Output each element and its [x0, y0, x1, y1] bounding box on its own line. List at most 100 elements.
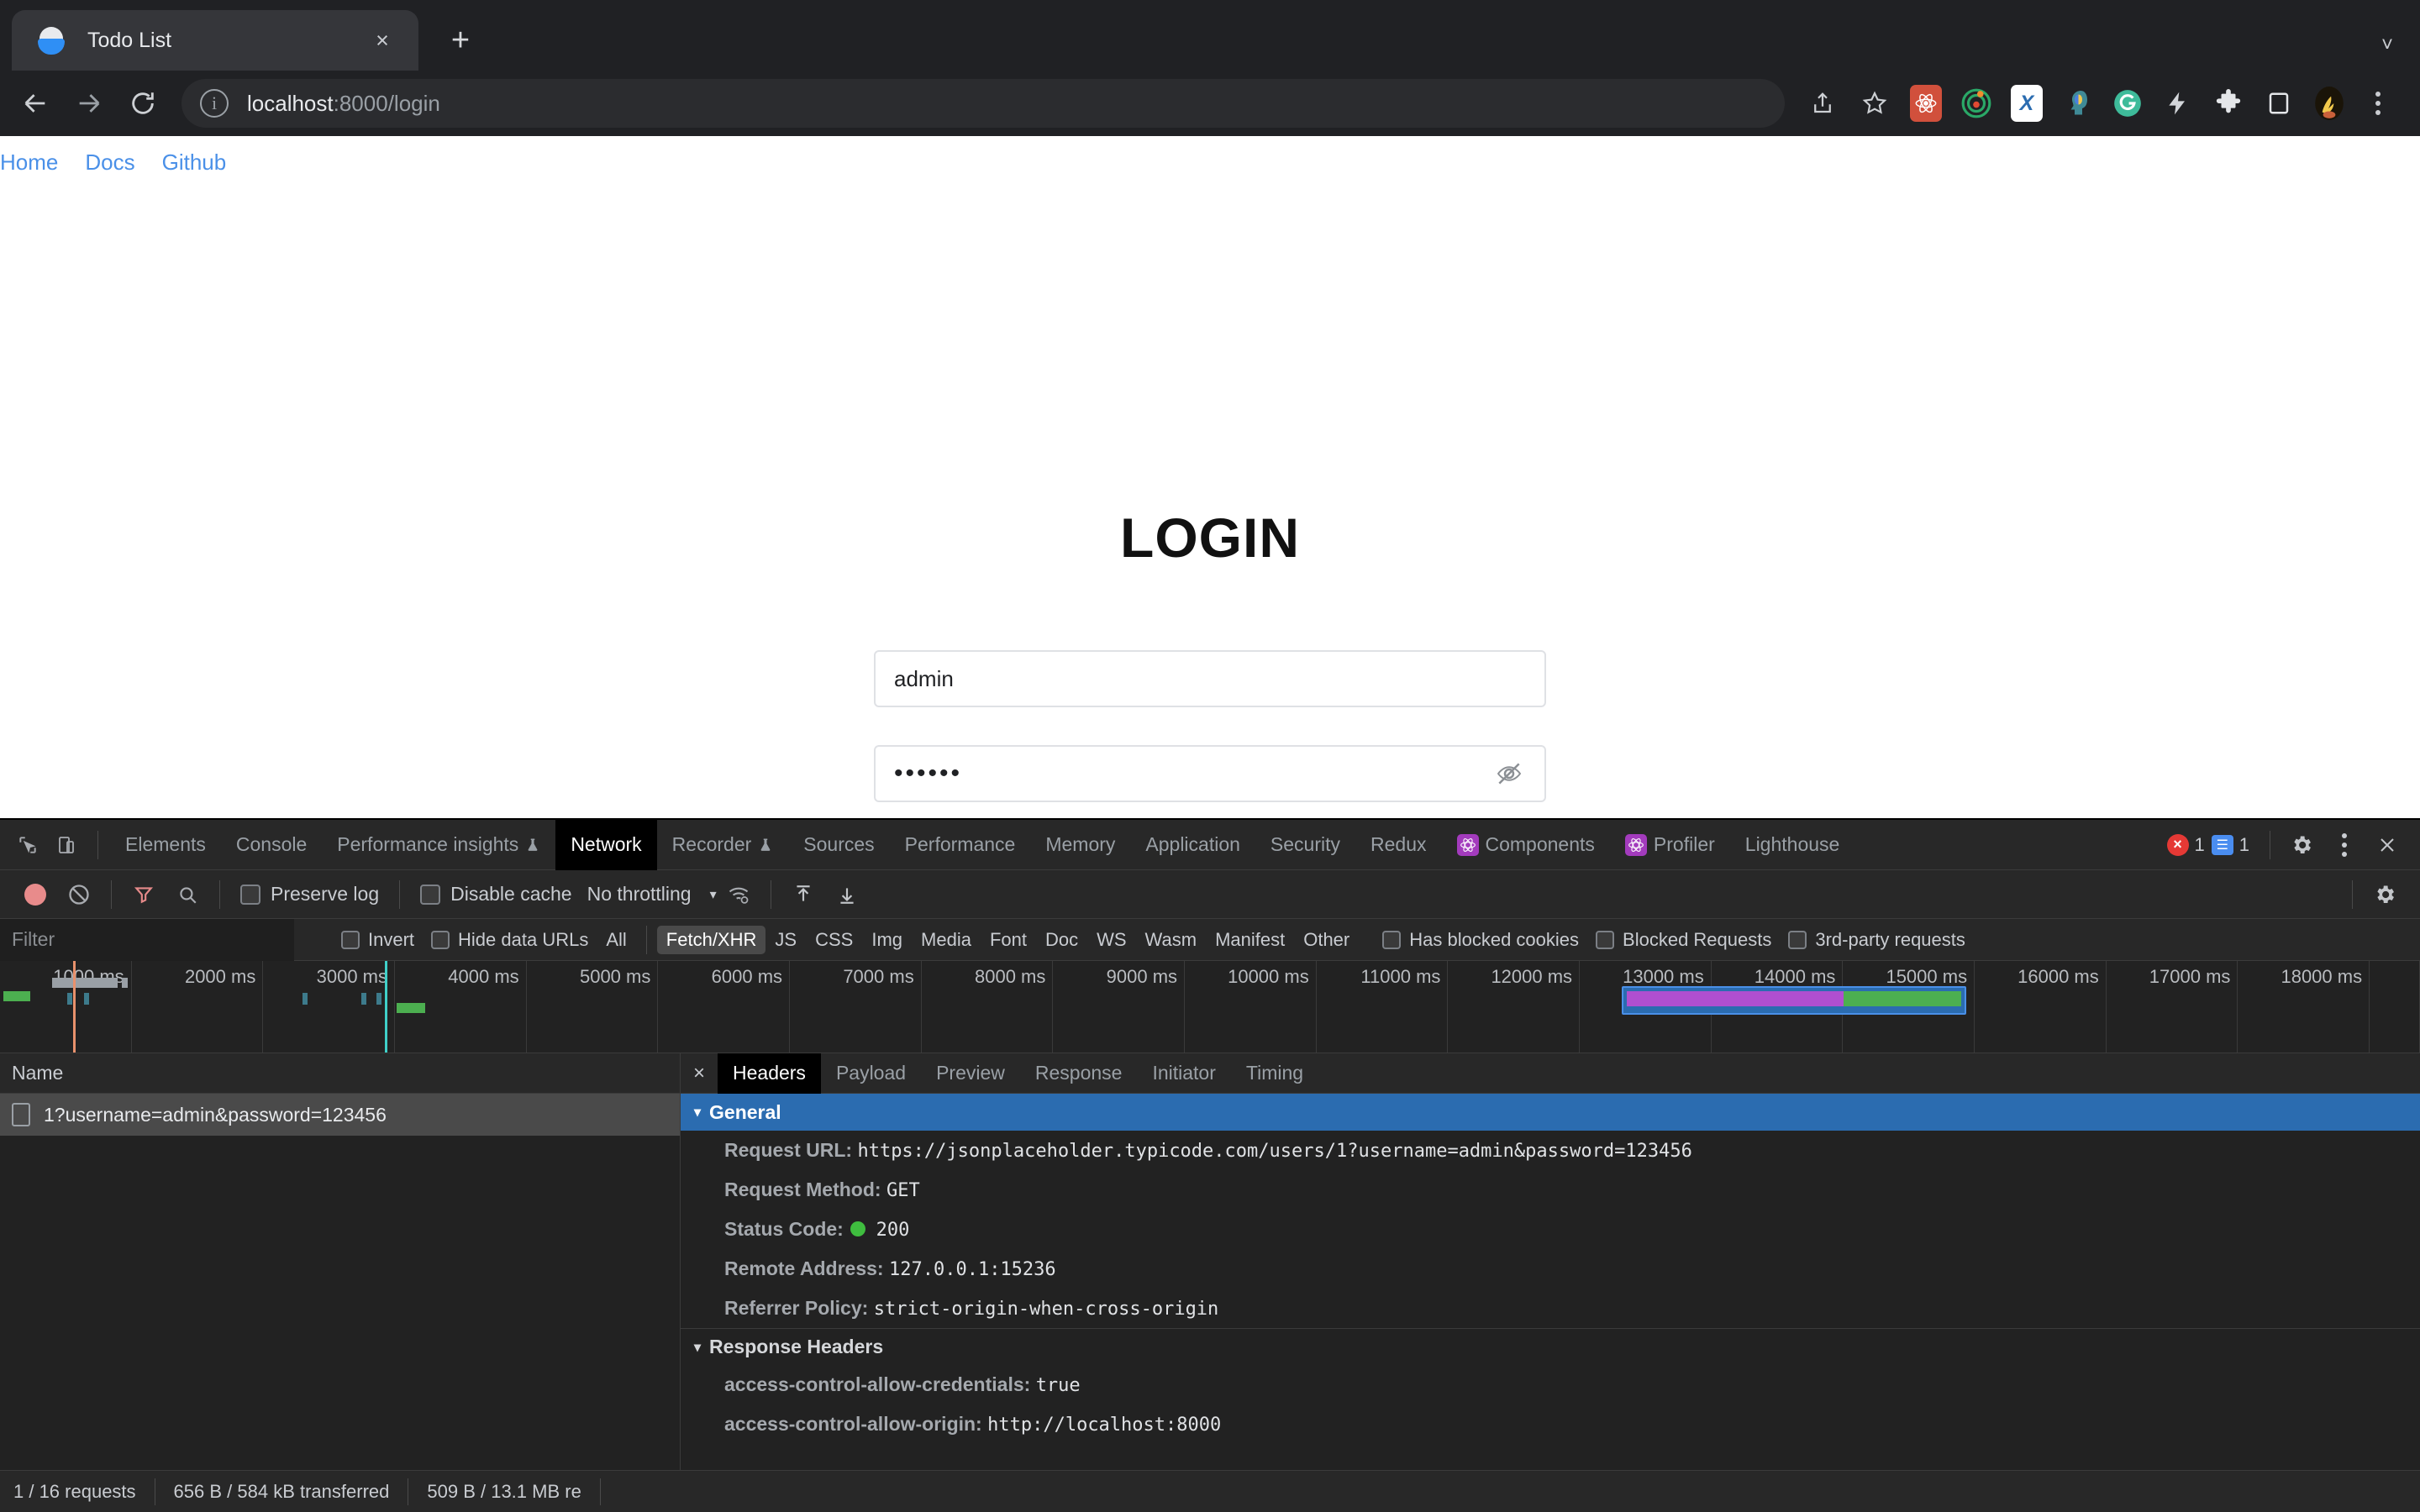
x-extension-icon[interactable]: X: [2002, 78, 2052, 129]
general-section-header[interactable]: ▾ General: [681, 1094, 2420, 1131]
checkbox-box: [1596, 931, 1614, 949]
request-row[interactable]: 1?username=admin&password=123456: [0, 1094, 680, 1136]
devtools-tab-profiler[interactable]: Profiler: [1610, 820, 1730, 870]
header-row-request-method: Request Method: GET: [681, 1170, 2420, 1210]
devtools-tab-recorder[interactable]: Recorder: [657, 820, 789, 870]
site-info-icon[interactable]: i: [200, 89, 229, 118]
detail-tab-payload[interactable]: Payload: [821, 1053, 921, 1094]
address-bar[interactable]: i localhost:8000/login: [182, 79, 1785, 128]
chrome-menu-icon[interactable]: [2354, 92, 2402, 115]
device-toolbar-icon[interactable]: [47, 826, 86, 864]
browser-tab[interactable]: Todo List ×: [12, 10, 418, 71]
filter-type-ws[interactable]: WS: [1087, 926, 1135, 954]
close-devtools-icon[interactable]: [2368, 826, 2407, 864]
close-tab-icon[interactable]: ×: [368, 29, 397, 52]
filter-type-all[interactable]: All: [597, 926, 635, 954]
checkbox-box: [1788, 931, 1807, 949]
filter-type-css[interactable]: CSS: [806, 926, 862, 954]
preserve-log-checkbox[interactable]: Preserve log: [230, 883, 389, 906]
devtools-tab-redux[interactable]: Redux: [1355, 820, 1441, 870]
devtools-tab-application[interactable]: Application: [1130, 820, 1255, 870]
devtools-tab-sources[interactable]: Sources: [788, 820, 889, 870]
network-settings-gear-icon[interactable]: [2363, 873, 2407, 916]
detail-tab-timing[interactable]: Timing: [1231, 1053, 1318, 1094]
devtools-tab-elements[interactable]: Elements: [110, 820, 221, 870]
header-row-remote-address: Remote Address: 127.0.0.1:15236: [681, 1249, 2420, 1289]
back-button[interactable]: [8, 76, 62, 130]
record-button[interactable]: [13, 873, 57, 916]
devtools-tab-performance-insights[interactable]: Performance insights: [322, 820, 555, 870]
filter-type-img[interactable]: Img: [862, 926, 912, 954]
devtools-tab-console[interactable]: Console: [221, 820, 322, 870]
experimental-flask-icon: [758, 836, 773, 854]
filter-type-js[interactable]: JS: [765, 926, 806, 954]
throttling-select[interactable]: No throttling ▾: [582, 883, 717, 906]
third-party-requests-checkbox[interactable]: 3rd-party requests: [1780, 929, 1974, 951]
puzzle-extensions-icon[interactable]: [2203, 78, 2254, 129]
detail-tab-response[interactable]: Response: [1020, 1053, 1138, 1094]
hide-data-urls-checkbox[interactable]: Hide data URLs: [423, 929, 597, 951]
devtools-tab-lighthouse[interactable]: Lighthouse: [1730, 820, 1855, 870]
devtools-tab-components[interactable]: Components: [1442, 820, 1610, 870]
blocked-requests-checkbox[interactable]: Blocked Requests: [1587, 929, 1780, 951]
detail-tab-preview[interactable]: Preview: [921, 1053, 1020, 1094]
detail-tab-headers[interactable]: Headers: [718, 1053, 821, 1094]
import-har-icon[interactable]: [781, 873, 825, 916]
new-tab-button[interactable]: +: [430, 10, 491, 71]
username-input[interactable]: admin: [874, 650, 1546, 707]
tab-label: Performance insights: [337, 833, 518, 856]
forward-button[interactable]: [62, 76, 116, 130]
close-detail-icon[interactable]: ×: [681, 1053, 718, 1094]
devtools-tab-network[interactable]: Network: [555, 820, 656, 870]
header-value: 127.0.0.1:15236: [889, 1259, 1056, 1280]
timeline-bars: [0, 996, 2420, 1047]
detail-tab-initiator[interactable]: Initiator: [1137, 1053, 1230, 1094]
devtools-tab-memory[interactable]: Memory: [1030, 820, 1130, 870]
network-conditions-icon[interactable]: [717, 873, 760, 916]
bookmark-star-icon[interactable]: [1849, 77, 1901, 129]
info-badge[interactable]: ☰ 1: [2212, 834, 2249, 856]
request-list-header[interactable]: Name: [0, 1053, 680, 1094]
network-filter-bar: Invert Hide data URLs All Fetch/XHR JS C…: [0, 919, 2420, 961]
export-har-icon[interactable]: [825, 873, 869, 916]
filter-icon[interactable]: [122, 873, 166, 916]
filter-type-doc[interactable]: Doc: [1036, 926, 1087, 954]
share-icon[interactable]: [1797, 77, 1849, 129]
inspect-element-icon[interactable]: [8, 826, 47, 864]
filter-type-manifest[interactable]: Manifest: [1206, 926, 1294, 954]
response-headers-section-header[interactable]: ▾ Response Headers: [681, 1328, 2420, 1365]
filter-type-media[interactable]: Media: [912, 926, 981, 954]
network-overview-timeline[interactable]: 1000 ms2000 ms3000 ms4000 ms5000 ms6000 …: [0, 961, 2420, 1053]
tab-list-chevron-icon[interactable]: ˅: [2381, 34, 2393, 57]
side-panel-icon[interactable]: [2254, 78, 2304, 129]
search-icon[interactable]: [166, 873, 209, 916]
react-extension-icon[interactable]: [1901, 78, 1951, 129]
grammarly-extension-icon[interactable]: [2102, 78, 2153, 129]
transferred-size: 656 B / 584 kB transferred: [155, 1478, 409, 1505]
profile-avatar[interactable]: [2304, 78, 2354, 129]
devtools-tab-performance[interactable]: Performance: [890, 820, 1031, 870]
filter-type-wasm[interactable]: Wasm: [1136, 926, 1207, 954]
request-list-empty-area: [0, 1136, 680, 1470]
target-extension-icon[interactable]: [1951, 78, 2002, 129]
reload-button[interactable]: [116, 76, 170, 130]
eye-slash-icon[interactable]: [1492, 757, 1526, 790]
lightning-extension-icon[interactable]: [2153, 78, 2203, 129]
settings-gear-icon[interactable]: [2282, 826, 2321, 864]
filter-type-other[interactable]: Other: [1294, 926, 1359, 954]
filter-type-font[interactable]: Font: [981, 926, 1036, 954]
clear-button[interactable]: [57, 873, 101, 916]
has-blocked-cookies-checkbox[interactable]: Has blocked cookies: [1374, 929, 1587, 951]
password-input[interactable]: ••••••: [874, 745, 1546, 802]
issue-badges[interactable]: × 1 ☰ 1: [2159, 834, 2259, 856]
header-value: true: [1036, 1375, 1081, 1396]
head-extension-icon[interactable]: [2052, 78, 2102, 129]
filter-input[interactable]: [0, 919, 294, 961]
devtools-tab-security[interactable]: Security: [1255, 820, 1355, 870]
filter-type-fetch-xhr[interactable]: Fetch/XHR: [657, 926, 766, 954]
error-badge[interactable]: × 1: [2167, 834, 2205, 856]
triangle-down-icon: ▾: [694, 1339, 701, 1356]
more-options-icon[interactable]: [2321, 833, 2368, 857]
invert-checkbox[interactable]: Invert: [333, 929, 423, 951]
disable-cache-checkbox[interactable]: Disable cache: [410, 883, 581, 906]
